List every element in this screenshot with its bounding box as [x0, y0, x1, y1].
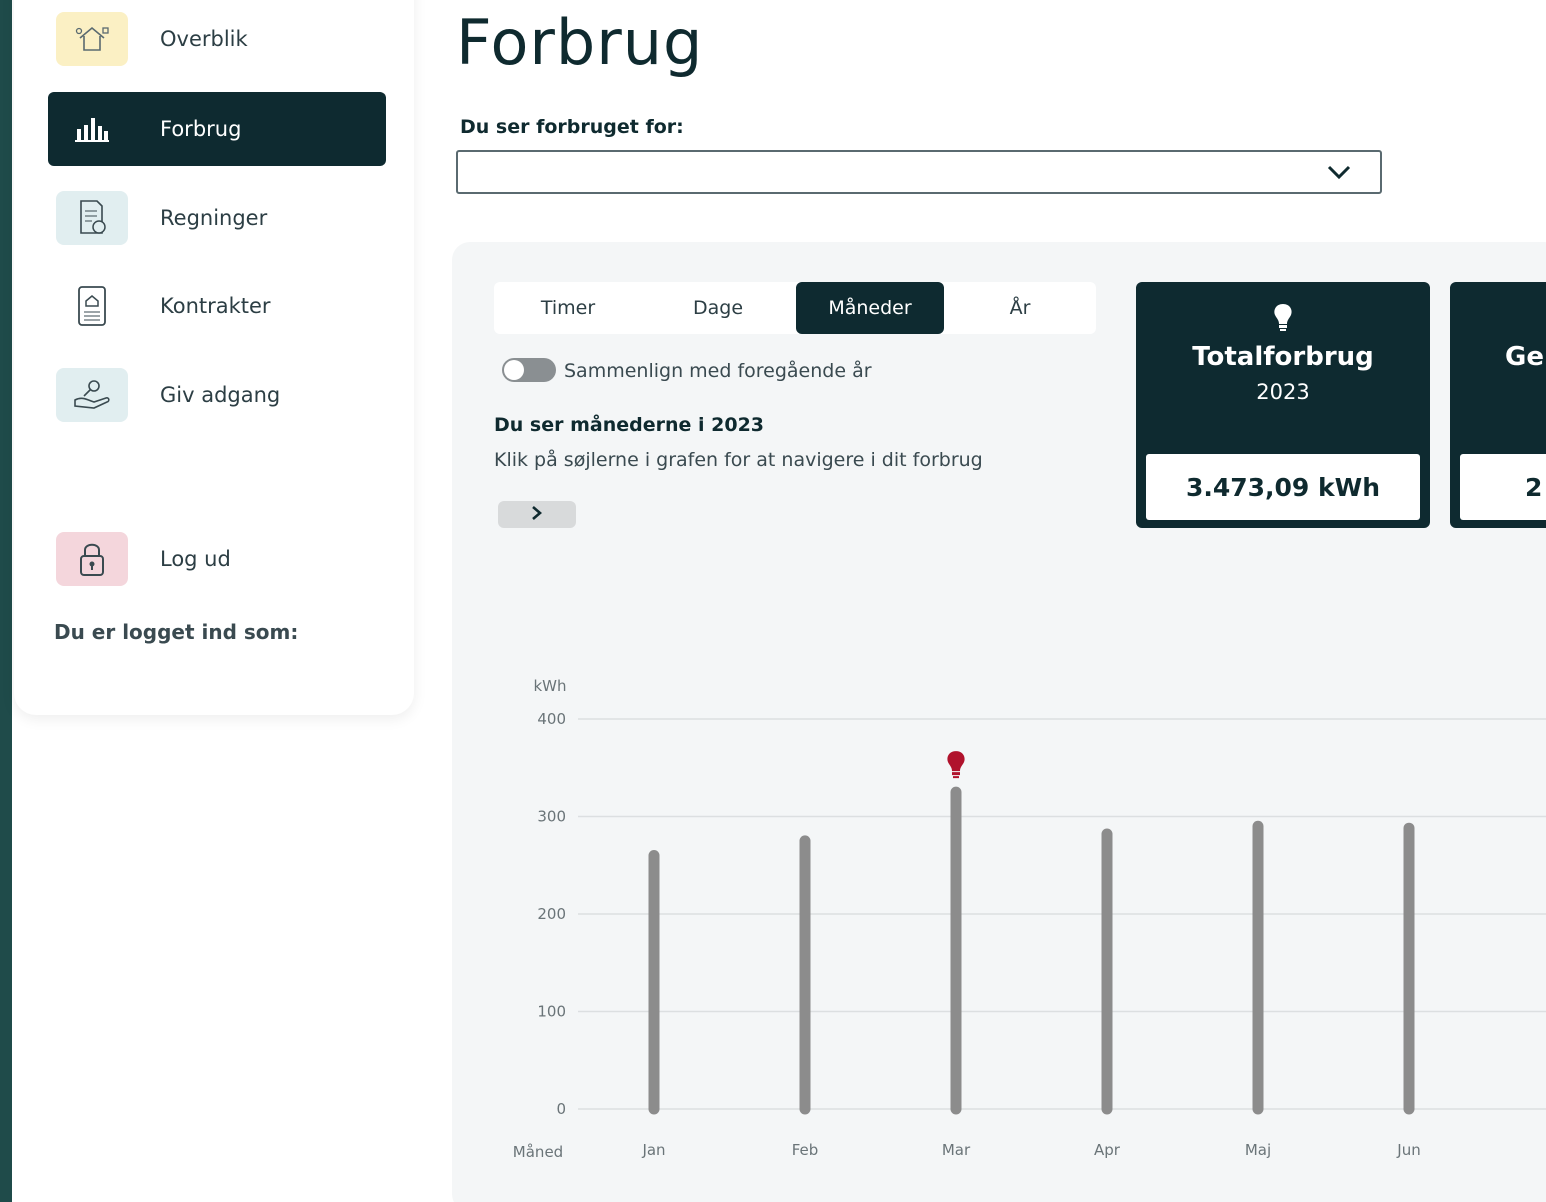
contract-icon: [56, 279, 128, 333]
logged-in-label: Du er logget ind som:: [54, 620, 299, 644]
y-tick-label: 300: [537, 808, 566, 826]
sidebar-item-label: Overblik: [160, 27, 248, 51]
left-edge-strip: [0, 0, 12, 1202]
tab-dage[interactable]: Dage: [644, 282, 792, 334]
lightbulb-icon: [1136, 302, 1430, 336]
sidebar-item-overblik[interactable]: Overblik: [48, 2, 386, 76]
x-tick-label: Feb: [792, 1141, 819, 1159]
total-consumption-card: Totalforbrug 2023 3.473,09 kWh: [1136, 282, 1430, 528]
x-tick-label: Jun: [1396, 1141, 1420, 1159]
select-label: Du ser forbruget for:: [460, 116, 684, 138]
bar-chart-icon: [56, 102, 128, 156]
x-axis-label: Måned: [513, 1143, 563, 1161]
sidebar-item-label: Giv adgang: [160, 383, 281, 407]
sidebar-item-kontrakter[interactable]: Kontrakter: [48, 269, 386, 343]
next-period-button[interactable]: [498, 501, 576, 528]
highlight-bulb-icon: [947, 751, 965, 779]
tab-aar[interactable]: År: [946, 282, 1094, 334]
compare-toggle-label: Sammenlign med foregående år: [564, 360, 872, 382]
house-icon: [56, 12, 128, 66]
y-axis-label: kWh: [533, 677, 566, 695]
hand-key-icon: [56, 368, 128, 422]
tab-timer[interactable]: Timer: [494, 282, 642, 334]
card-year: 2023: [1256, 380, 1310, 404]
sidebar-item-log-ud[interactable]: Log ud: [48, 522, 386, 596]
bill-icon: [56, 191, 128, 245]
card-value: 3.473,09 kWh: [1146, 454, 1420, 520]
x-tick-label: Jan: [641, 1141, 665, 1159]
lock-icon: [56, 532, 128, 586]
x-tick-label: Maj: [1245, 1141, 1271, 1159]
sidebar-item-forbrug[interactable]: Forbrug: [48, 92, 386, 166]
consumption-chart: kWh 0 100 200 300 400 Måned Jan Feb Mar Apr Maj Jun: [513, 677, 1546, 1161]
sidebar-item-regninger[interactable]: Regninger: [48, 181, 386, 255]
x-tick-label: Mar: [942, 1141, 971, 1159]
tab-maaneder[interactable]: Måneder: [796, 282, 944, 334]
card-title: Totalforbrug: [1192, 342, 1374, 372]
address-select[interactable]: [456, 150, 1382, 194]
card-title: Ge: [1505, 342, 1544, 372]
card-value: 2: [1460, 454, 1546, 520]
x-tick-label: Apr: [1094, 1141, 1121, 1159]
chevron-right-icon: [530, 505, 544, 525]
compare-toggle[interactable]: [502, 358, 556, 382]
y-tick-label: 0: [556, 1100, 566, 1118]
average-consumption-card: Ge 2: [1450, 282, 1546, 528]
toggle-knob: [504, 360, 524, 380]
page-title: Forbrug: [456, 6, 704, 79]
period-tabs: Timer Dage Måneder År: [494, 282, 1096, 334]
sidebar-item-giv-adgang[interactable]: Giv adgang: [48, 358, 386, 432]
sidebar-item-label: Log ud: [160, 547, 231, 571]
y-tick-label: 100: [537, 1003, 566, 1021]
sidebar-item-label: Kontrakter: [160, 294, 271, 318]
period-heading: Du ser månederne i 2023: [494, 414, 765, 436]
sidebar: Overblik Forbrug Regninger Kontrakter Gi…: [14, 0, 414, 715]
period-hint: Klik på søjlerne i grafen for at naviger…: [494, 449, 983, 471]
y-tick-label: 200: [537, 905, 566, 923]
sidebar-item-label: Regninger: [160, 206, 268, 230]
chevron-down-icon: [1326, 160, 1352, 188]
y-tick-label: 400: [537, 710, 566, 728]
sidebar-item-label: Forbrug: [160, 117, 242, 141]
